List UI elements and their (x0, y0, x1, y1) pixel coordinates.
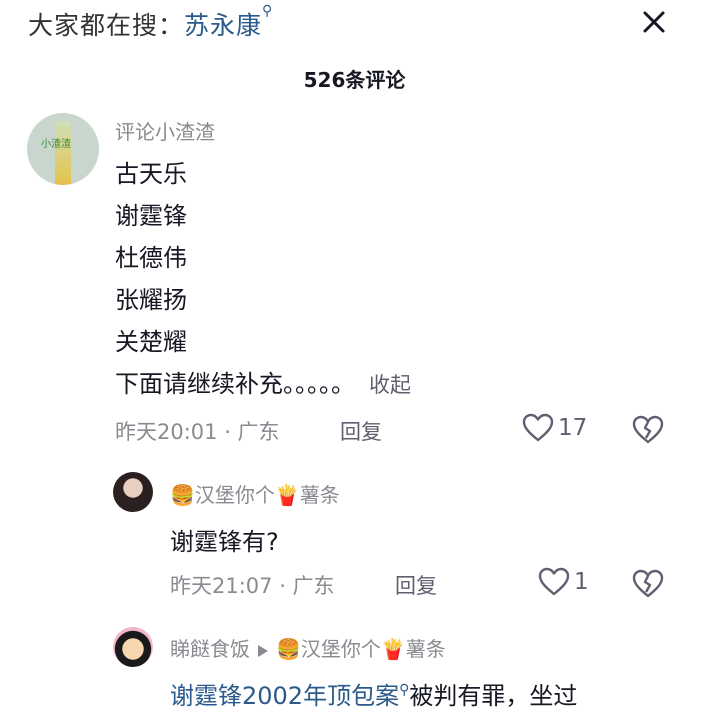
avatar[interactable] (113, 472, 153, 512)
comment-line: 张耀扬 (115, 286, 187, 314)
comment-last-line: 下面请继续补充。。。。。 收起 (115, 368, 411, 401)
reply-username-tail: 薯条 (299, 483, 340, 507)
reply-arrow-icon (258, 644, 268, 657)
reply-username[interactable]: 🍔汉堡你个🍟薯条 (170, 479, 340, 508)
search-icon: ⚲ (262, 3, 274, 19)
reply-target-username[interactable]: 汉堡你个 (301, 637, 381, 661)
comment-line: 谢霆锋 (115, 202, 187, 230)
reply-username[interactable]: 睇餸食饭 (170, 637, 250, 661)
reply-button[interactable]: 回复 (395, 570, 437, 600)
like-button[interactable]: 17 (522, 413, 587, 443)
collapse-button[interactable]: 收起 (369, 373, 411, 397)
close-icon (643, 11, 665, 33)
reply-username-text: 汉堡你个 (194, 483, 275, 507)
fries-emoji: 🍟 (380, 637, 406, 661)
search-suggestion-bar: 大家都在搜：苏永康 ⚲ (0, 0, 709, 48)
reply-time-location: 昨天21:07 · 广东 (170, 574, 335, 598)
comment-username[interactable]: 评论小渣渣 (115, 116, 215, 145)
reply-button[interactable]: 回复 (340, 416, 382, 446)
dislike-button[interactable] (632, 569, 664, 603)
dislike-button[interactable] (632, 415, 664, 449)
reply-text: 谢霆锋2002年顶包案⚲被判有罪，坐过 (170, 676, 577, 711)
search-prefix-label: 大家都在搜： (28, 11, 185, 40)
avatar-logo-text: 小渣渣 (41, 139, 71, 150)
search-suggestion[interactable]: 大家都在搜：苏永康 ⚲ (28, 3, 272, 42)
burger-emoji: 🍔 (170, 483, 195, 507)
like-count: 1 (574, 569, 589, 595)
comment-line: 古天乐 (115, 160, 187, 188)
avatar[interactable]: 小渣渣 (27, 113, 99, 185)
comment-line: 关楚耀 (115, 328, 187, 356)
comment-time-location: 昨天20:01 · 广东 (115, 420, 280, 444)
reply-text: 谢霆锋有? (170, 528, 279, 556)
avatar[interactable] (113, 627, 153, 667)
reply-target-username-tail: 薯条 (405, 637, 446, 661)
heart-icon (522, 413, 554, 442)
broken-heart-icon (632, 415, 664, 444)
comment-count-title: 526条评论 (303, 68, 406, 92)
heart-icon (538, 567, 570, 596)
search-keyword-link[interactable]: 谢霆锋2002年顶包案 (170, 682, 399, 710)
search-icon: ⚲ (399, 682, 410, 698)
avatar-bottle-image (55, 121, 71, 185)
like-count: 17 (558, 415, 588, 441)
comment-line: 杜德伟 (115, 244, 187, 272)
broken-heart-icon (632, 569, 664, 598)
comment-line: 下面请继续补充。。。。。 (115, 370, 355, 398)
burger-emoji: 🍔 (276, 637, 301, 661)
fries-emoji: 🍟 (274, 483, 300, 507)
close-button[interactable] (638, 6, 670, 38)
reply-text-rest: 被判有罪，坐过 (409, 682, 578, 710)
search-term-link[interactable]: 苏永康 (184, 11, 262, 40)
reply-username-chain: 睇餸食饭 🍔汉堡你个🍟薯条 (170, 633, 446, 662)
like-button[interactable]: 1 (538, 567, 589, 597)
